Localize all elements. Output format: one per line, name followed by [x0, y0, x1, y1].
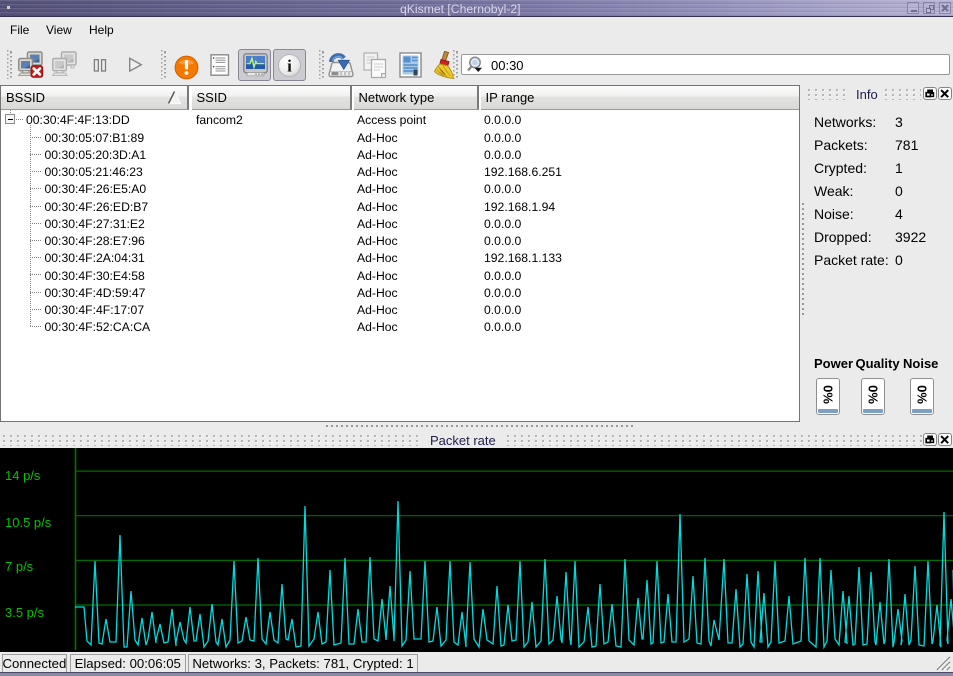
svg-text:i: i	[287, 57, 292, 76]
